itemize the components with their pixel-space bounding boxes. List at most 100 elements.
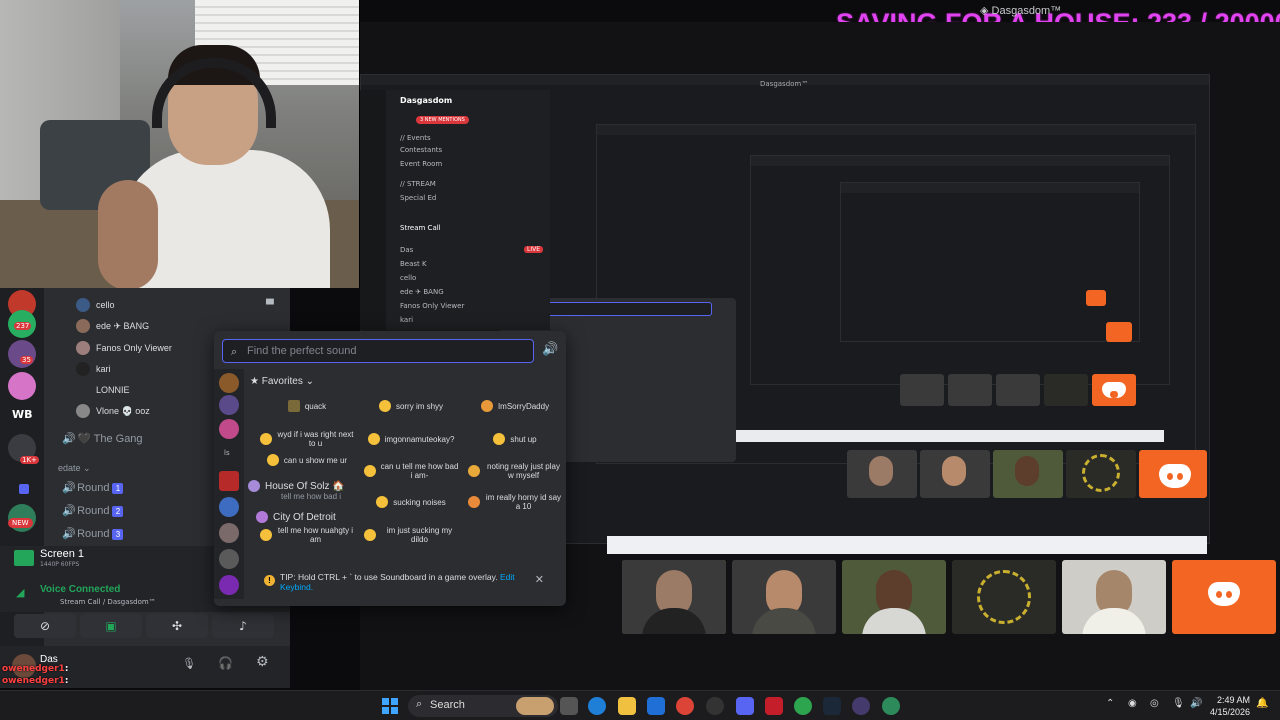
video-tile[interactable] (732, 560, 836, 634)
video-tile[interactable] (952, 560, 1056, 634)
start-button[interactable] (382, 698, 398, 714)
tray-app-icon[interactable]: ◎ (1150, 698, 1159, 709)
sound-button[interactable]: noting realy just play w myself (464, 457, 566, 485)
chrome-alt-icon[interactable] (794, 697, 812, 715)
sound-button[interactable]: can u show me ur (256, 451, 358, 469)
sound-button[interactable]: imgonnamuteokay? (360, 425, 462, 453)
sound-button[interactable]: ImSorryDaddy (464, 392, 566, 420)
search-icon: ⌕ (231, 345, 238, 358)
store-icon[interactable] (647, 697, 665, 715)
settings-gear-icon[interactable]: ⚙ (256, 654, 269, 670)
sound-button[interactable]: tell me how nuahgty i am (256, 521, 358, 549)
channel-round-1[interactable]: 🔊 Round 1 (62, 481, 124, 494)
video-tile[interactable] (948, 374, 992, 406)
acrobat-icon[interactable] (765, 697, 783, 715)
discord-icon[interactable] (736, 697, 754, 715)
sound-button[interactable]: im just sucking my dildo (360, 521, 462, 549)
favorites-header[interactable]: ★ Favorites ⌄ (250, 376, 314, 387)
sound-button[interactable]: sucking noises (360, 488, 462, 516)
chrome-profile-icon[interactable] (882, 697, 900, 715)
video-tile[interactable] (900, 374, 944, 406)
taskbar-search[interactable]: ⌕ Search (408, 695, 558, 717)
guild-badge: 237 (14, 322, 32, 330)
guild-icon[interactable] (219, 395, 239, 415)
sound-button[interactable]: sorry im shyy (360, 392, 462, 420)
sound-search-box[interactable]: ⌕ (222, 339, 534, 363)
app-icon[interactable] (852, 697, 870, 715)
chat-line: owenedger1: (2, 676, 69, 686)
soundboard-popup: ⌕ 🔊 ls ★ Favorites ⌄ quack sorry im shyy… (214, 331, 566, 606)
discord-tile[interactable] (1139, 450, 1207, 498)
soundboard-tip: ! TIP: Hold CTRL + ` to use Soundboard i… (222, 567, 558, 597)
speaker-icon: 🔊 (62, 505, 76, 517)
discord-tile[interactable] (1086, 290, 1106, 306)
folder-icon[interactable] (19, 484, 29, 494)
category-edate[interactable]: edate ⌄ (58, 463, 91, 474)
speaker-icon: 🔊 (62, 433, 76, 445)
video-tile[interactable] (1044, 374, 1088, 406)
obs-icon[interactable] (706, 697, 724, 715)
sound-search-input[interactable] (247, 343, 527, 359)
video-tile[interactable] (1062, 560, 1166, 634)
soundboard-button[interactable]: ♪ (212, 614, 274, 638)
webcam-feed (0, 0, 360, 288)
chevron-up-icon[interactable]: ⌃ (1106, 698, 1114, 709)
notification-icon[interactable]: 🔔 (1256, 698, 1268, 709)
headphones-icon[interactable]: 🎧 (218, 656, 233, 670)
channel-the-gang[interactable]: 🔊 🖤 The Gang (62, 432, 143, 445)
sound-button[interactable]: tell me how bad i (260, 491, 362, 501)
edge-icon[interactable] (588, 697, 606, 715)
task-view-icon[interactable] (560, 697, 578, 715)
video-tile[interactable] (996, 374, 1040, 406)
video-tile[interactable] (1066, 450, 1136, 498)
mic-tray-icon[interactable]: 🎙 (1172, 698, 1185, 709)
microphone-icon[interactable]: 🎙 (182, 657, 196, 670)
stream-icon[interactable]: ▀ (266, 300, 274, 311)
close-icon[interactable]: ✕ (535, 573, 544, 586)
guild-icon[interactable] (219, 497, 239, 517)
discord-tile[interactable] (1092, 374, 1136, 406)
guild-icon[interactable] (219, 419, 239, 439)
speaker-icon: 🔊 (62, 482, 76, 494)
chrome-icon[interactable] (676, 697, 694, 715)
sound-button[interactable]: wyd if i was right next to u (256, 425, 358, 453)
video-tile[interactable] (622, 560, 726, 634)
guild-icon-wb[interactable]: WB (12, 408, 33, 421)
video-tile[interactable] (920, 450, 990, 498)
guild-icon[interactable] (8, 372, 36, 400)
tray-app-icon[interactable]: ◉ (1128, 698, 1137, 709)
activities-button[interactable]: ✣ (146, 614, 208, 638)
voice-connected-label[interactable]: Voice Connected (40, 584, 120, 595)
guild-icon[interactable] (219, 523, 239, 543)
sound-button[interactable]: quack (256, 392, 358, 420)
camera-off-button[interactable]: ⊘ (14, 614, 76, 638)
share-screen-button[interactable]: ▣ (80, 614, 142, 638)
sound-button[interactable]: can u tell me how bad i am- (360, 457, 462, 485)
volume-icon[interactable]: 🔊 (542, 342, 558, 357)
folder-icon[interactable] (618, 697, 636, 715)
guild-badge: 1K+ (20, 456, 39, 464)
screen-share-quality: 1440P 60FPS (40, 561, 80, 568)
sound-button[interactable]: shut up (464, 425, 566, 453)
channel-round-2[interactable]: 🔊 Round 2 (62, 504, 124, 517)
discord-tile[interactable] (1106, 322, 1132, 342)
taskbar-clock[interactable]: 2:49 AM 4/15/2026 (1208, 694, 1250, 718)
guild-icon[interactable] (219, 549, 239, 569)
guild-icon[interactable] (219, 471, 239, 491)
nested-discord-sidebar: Dasgasdom 3 NEW MENTIONS // Events Conte… (360, 90, 550, 330)
new-badge: NEW (8, 518, 33, 528)
guild-label: ls (224, 449, 230, 457)
voice-channel-path[interactable]: Stream Call / Dasgasdom™ (60, 598, 156, 606)
chat-line: owenedger1: (2, 664, 69, 674)
steam-icon[interactable] (823, 697, 841, 715)
channel-round-3[interactable]: 🔊 Round 3 (62, 527, 124, 540)
discord-tile[interactable] (1172, 560, 1276, 634)
speaker-tray-icon[interactable]: 🔊 (1190, 698, 1202, 709)
video-tile[interactable] (993, 450, 1063, 498)
sound-button[interactable]: im really horny id say a 10 (464, 488, 566, 516)
search-highlight-image (516, 697, 554, 715)
nested-taskbar (736, 430, 1164, 442)
guild-icon[interactable] (219, 373, 239, 393)
video-tile[interactable] (842, 560, 946, 634)
video-tile[interactable] (847, 450, 917, 498)
